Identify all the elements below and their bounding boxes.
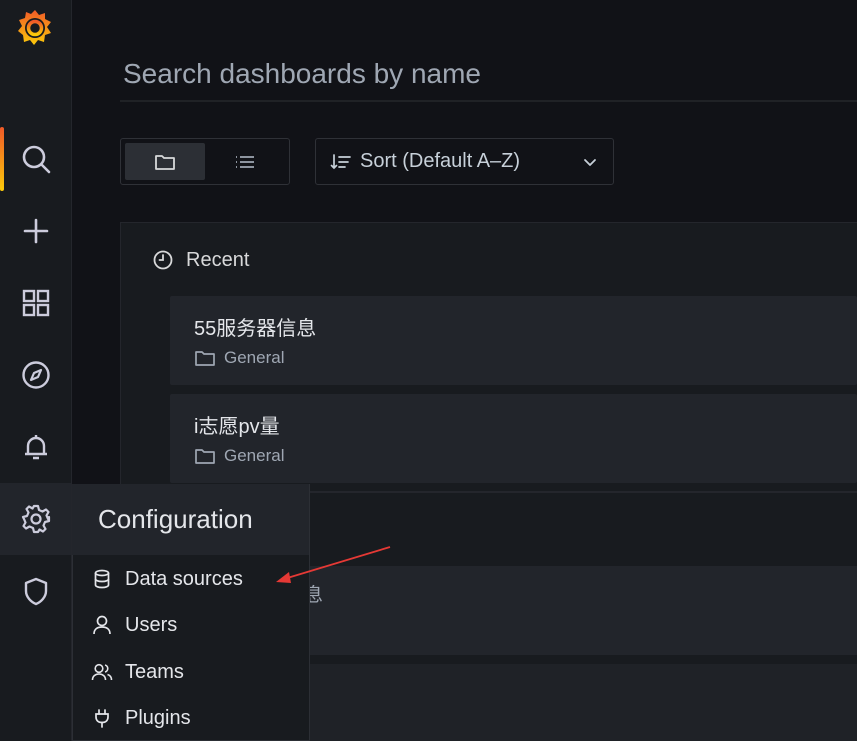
dashboards-nav-button[interactable] — [0, 267, 71, 339]
recent-heading: Recent — [186, 248, 250, 271]
menu-item-label: Plugins — [125, 706, 191, 729]
dashboard-folder: General — [194, 446, 284, 466]
folder-name: General — [224, 348, 285, 367]
folder-icon — [155, 154, 175, 170]
menu-item-users[interactable]: Users — [73, 602, 309, 648]
clock-icon — [153, 250, 173, 270]
user-icon — [93, 615, 111, 635]
menu-item-label: Teams — [125, 660, 184, 683]
users-icon — [91, 663, 113, 681]
create-nav-button[interactable] — [0, 195, 71, 267]
dashboard-folder: General — [194, 348, 284, 368]
list-icon — [236, 155, 254, 168]
grafana-logo[interactable] — [14, 6, 56, 50]
sidebar — [0, 0, 72, 741]
cog-icon — [21, 504, 50, 534]
explore-nav-button[interactable] — [0, 339, 71, 411]
dashboard-item[interactable]: 55服务器信息 General — [170, 296, 857, 385]
sort-label: Sort (Default A–Z) — [360, 150, 521, 172]
menu-item-teams[interactable]: Teams — [73, 649, 309, 695]
dashboard-title: i志愿pv量 — [194, 416, 280, 438]
chevron-down-icon — [584, 158, 596, 166]
dashboard-title: 55服务器信息 — [194, 318, 317, 340]
folder-icon — [195, 449, 215, 464]
menu-item-label: Users — [125, 613, 178, 636]
folder-view-button[interactable] — [125, 143, 205, 180]
annotation-arrow — [276, 546, 391, 583]
search-input[interactable] — [120, 48, 857, 100]
sort-amount-icon — [330, 153, 351, 169]
recent-section-header[interactable]: Recent — [152, 246, 249, 274]
search-nav-button[interactable] — [0, 123, 71, 195]
alerting-nav-button[interactable] — [0, 411, 71, 483]
shield-icon — [24, 577, 47, 606]
server-admin-nav-button[interactable] — [0, 555, 71, 627]
plug-icon — [95, 709, 109, 728]
bell-icon — [24, 435, 47, 460]
view-toggle — [120, 138, 290, 185]
list-view-button[interactable] — [205, 143, 285, 180]
apps-icon — [22, 289, 49, 317]
search-icon — [22, 145, 50, 174]
folder-icon — [195, 351, 215, 366]
database-icon — [94, 569, 110, 589]
dashboard-item[interactable]: i志愿pv量 General — [170, 394, 857, 483]
plus-icon — [23, 218, 48, 244]
menu-item-label: Data sources — [125, 567, 243, 590]
search-bar — [120, 48, 857, 102]
folder-name: General — [224, 446, 285, 465]
sort-select[interactable]: Sort (Default A–Z) — [315, 138, 614, 185]
configuration-nav-button[interactable] — [0, 483, 71, 555]
compass-icon — [21, 361, 50, 389]
menu-item-plugins[interactable]: Plugins — [73, 695, 309, 741]
